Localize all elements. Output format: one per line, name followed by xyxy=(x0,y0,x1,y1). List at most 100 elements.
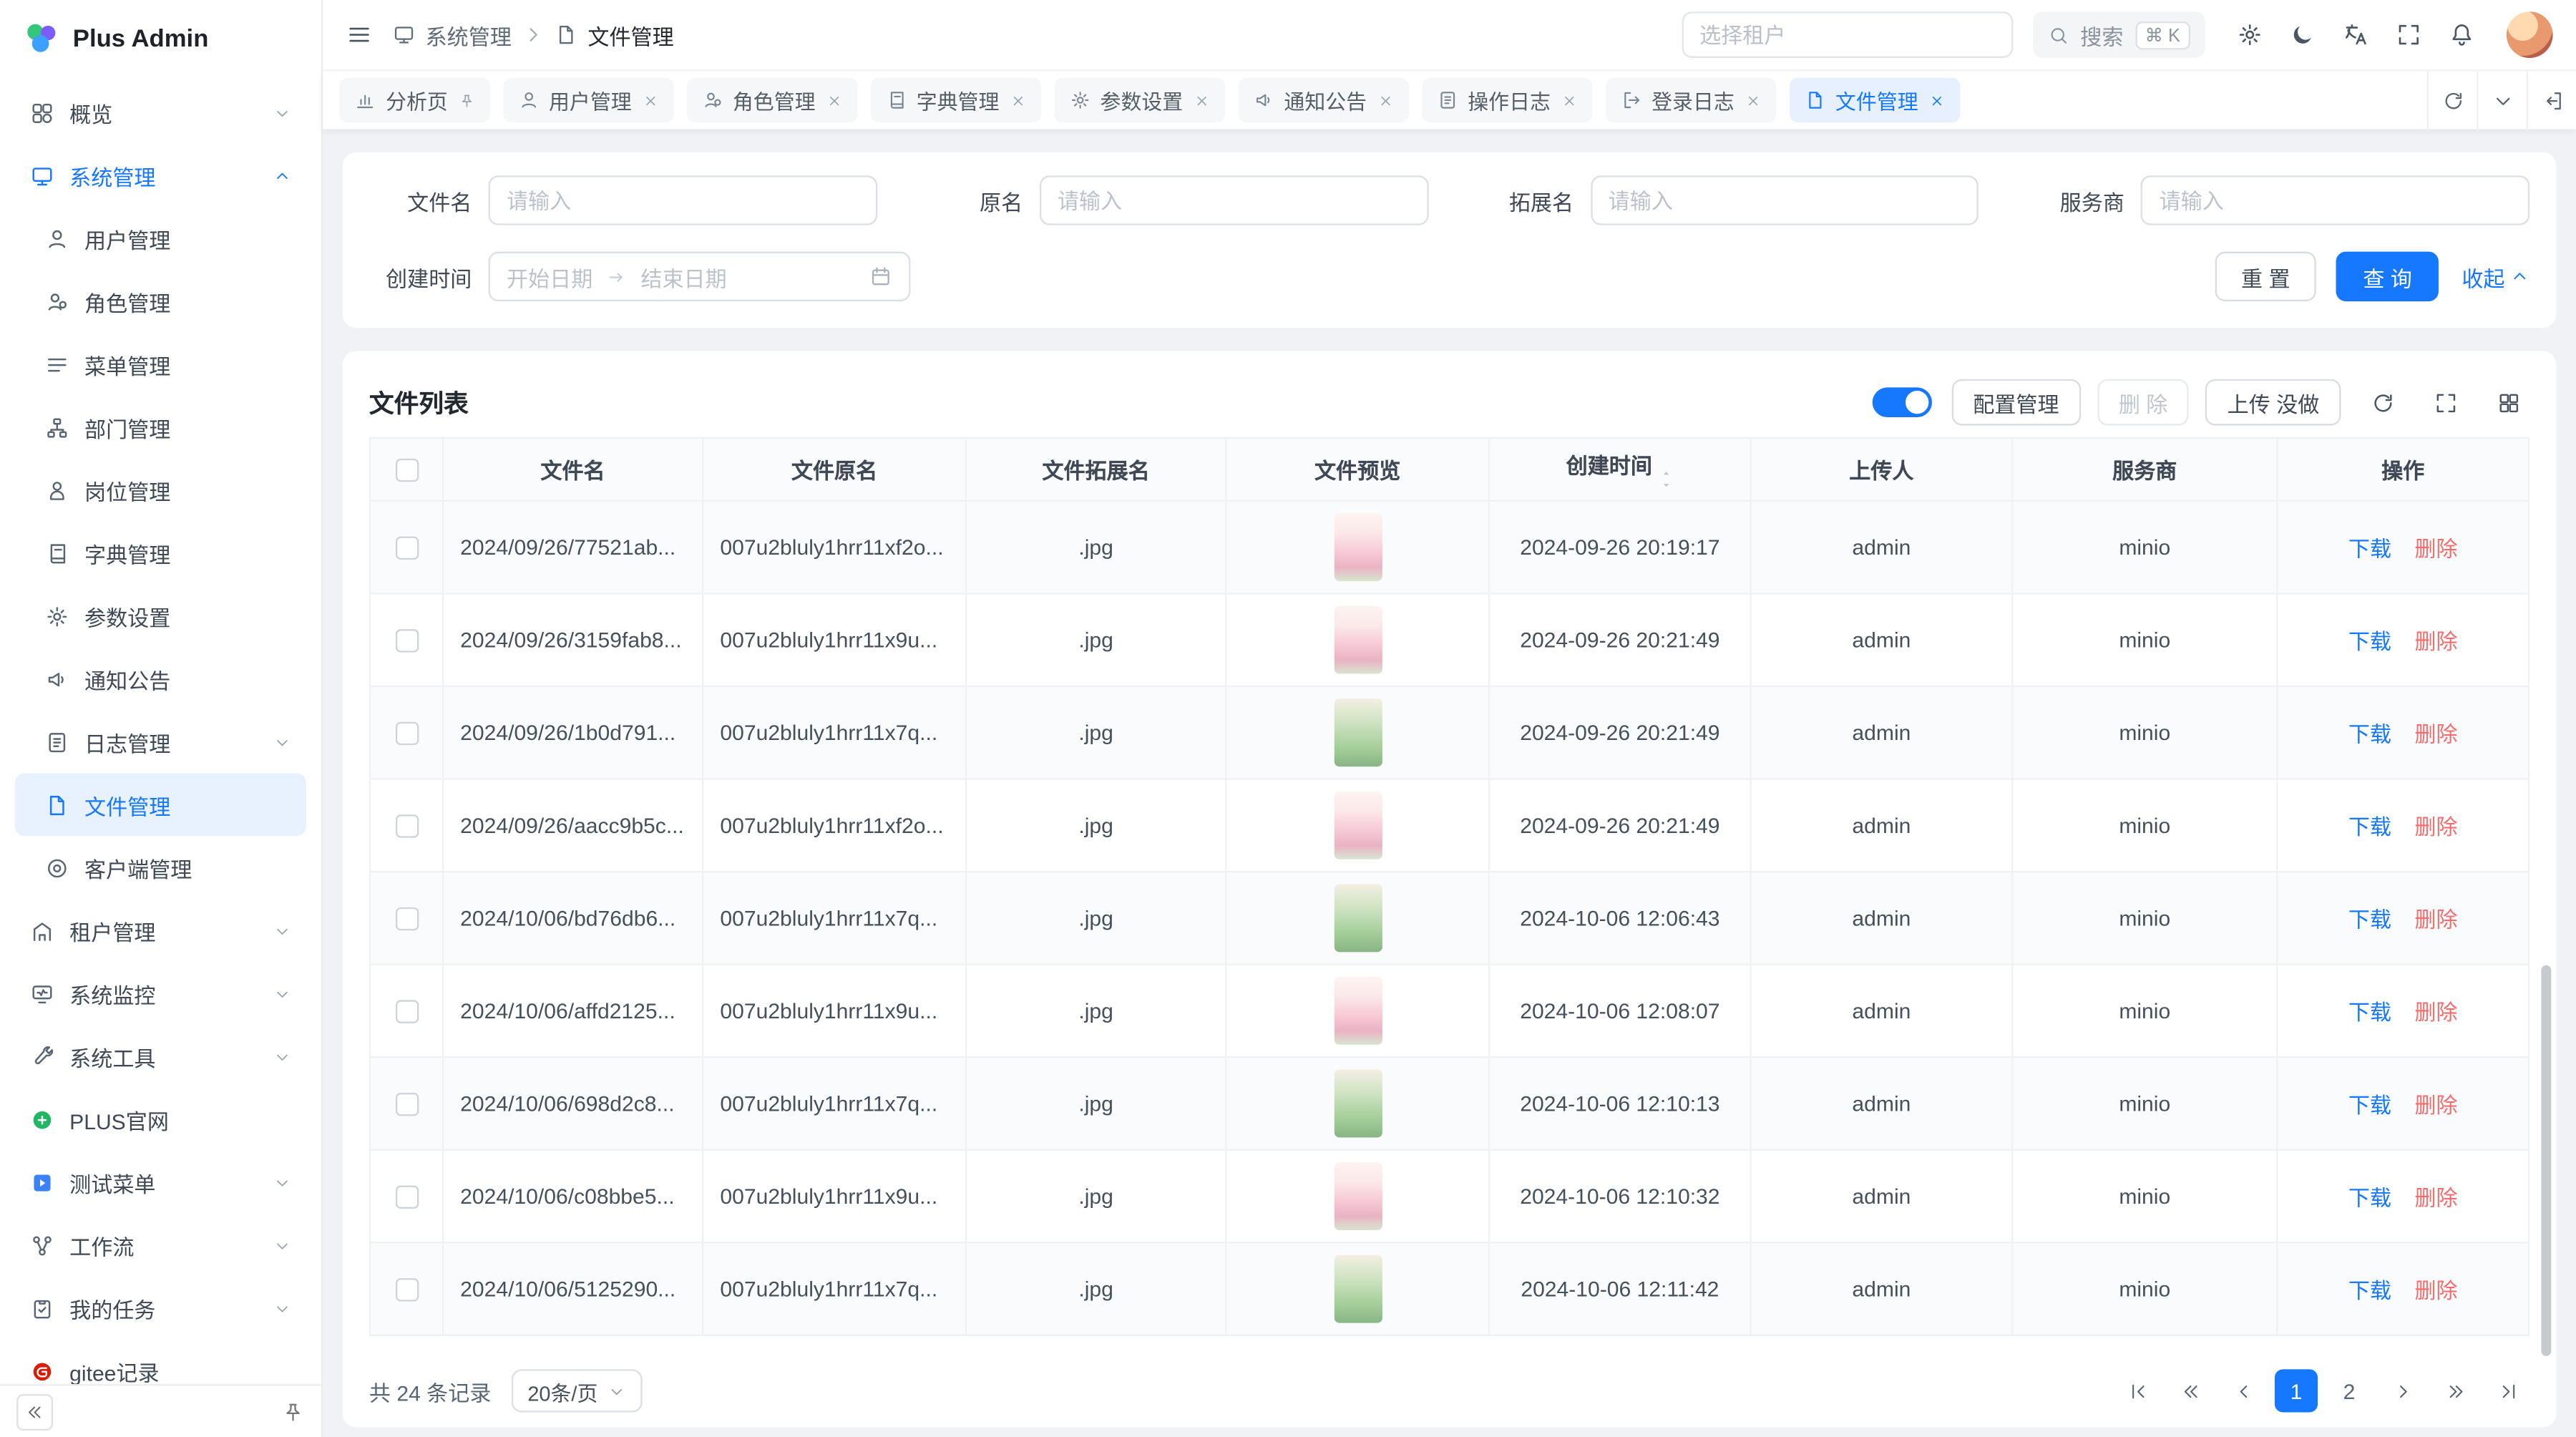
pin-icon[interactable] xyxy=(458,92,474,108)
download-link[interactable]: 下载 xyxy=(2348,814,2391,839)
config-button[interactable]: 配置管理 xyxy=(1951,379,2080,426)
close-icon[interactable] xyxy=(642,92,658,108)
close-icon[interactable] xyxy=(1377,92,1393,108)
tab[interactable]: 文件管理 xyxy=(1789,78,1959,122)
file-preview-image[interactable] xyxy=(1334,513,1382,581)
download-link[interactable]: 下载 xyxy=(2348,722,2391,747)
tab[interactable]: 分析页 xyxy=(339,78,489,122)
sidebar-item[interactable]: 字典管理 xyxy=(15,522,306,585)
download-link[interactable]: 下载 xyxy=(2348,907,2391,932)
sidebar-item[interactable]: 用户管理 xyxy=(15,207,306,270)
download-link[interactable]: 下载 xyxy=(2348,537,2391,562)
file-preview-image[interactable] xyxy=(1334,698,1382,766)
row-checkbox[interactable] xyxy=(395,1279,418,1302)
row-checkbox[interactable] xyxy=(395,908,418,931)
sidebar-item[interactable]: 文件管理 xyxy=(15,773,306,836)
page-size-select[interactable]: 20条/页 xyxy=(511,1369,643,1412)
next-page-button[interactable] xyxy=(2381,1369,2424,1412)
topbar-icon-button[interactable] xyxy=(2225,10,2275,59)
download-link[interactable]: 下载 xyxy=(2348,1000,2391,1025)
avatar[interactable] xyxy=(2507,11,2553,58)
sidebar-item[interactable]: 概览 xyxy=(15,81,306,144)
download-link[interactable]: 下载 xyxy=(2348,1278,2391,1303)
sidebar-item[interactable]: 系统管理 xyxy=(15,144,306,207)
column-created-time[interactable]: 创建时间 xyxy=(1489,438,1751,501)
reset-button[interactable]: 重 置 xyxy=(2215,252,2317,301)
global-search[interactable]: 搜索 ⌘ K xyxy=(2032,11,2205,58)
row-checkbox[interactable] xyxy=(395,537,418,560)
filter-input[interactable] xyxy=(489,175,877,225)
fullscreen-button[interactable] xyxy=(2424,381,2467,424)
sort-control[interactable] xyxy=(1659,469,1674,490)
tab[interactable]: 用户管理 xyxy=(502,78,673,122)
sidebar-item[interactable]: 客户端管理 xyxy=(15,836,306,899)
refresh-button[interactable] xyxy=(2361,381,2404,424)
tab[interactable]: 参数设置 xyxy=(1054,78,1224,122)
topbar-icon-button[interactable] xyxy=(2384,10,2434,59)
close-icon[interactable] xyxy=(1745,92,1761,108)
sidebar-item[interactable]: 日志管理 xyxy=(15,711,306,774)
prev-page-button[interactable] xyxy=(2222,1369,2265,1412)
column-settings-button[interactable] xyxy=(2487,381,2529,424)
sidebar-item[interactable]: 参数设置 xyxy=(15,585,306,648)
collapse-filter-link[interactable]: 收起 xyxy=(2462,260,2529,292)
file-preview-image[interactable] xyxy=(1334,977,1382,1045)
tab[interactable]: 操作日志 xyxy=(1421,78,1591,122)
file-preview-image[interactable] xyxy=(1334,1255,1382,1323)
row-checkbox[interactable] xyxy=(395,1000,418,1023)
sidebar-item[interactable]: 测试菜单 xyxy=(15,1151,306,1214)
date-range-picker[interactable]: 开始日期 结束日期 xyxy=(489,252,911,301)
sidebar-item[interactable]: 部门管理 xyxy=(15,396,306,459)
row-checkbox[interactable] xyxy=(395,722,418,745)
file-preview-image[interactable] xyxy=(1334,1162,1382,1230)
sidebar-item[interactable]: 我的任务 xyxy=(15,1277,306,1340)
sidebar-collapse-button[interactable] xyxy=(16,1393,53,1430)
filter-input[interactable] xyxy=(1039,175,1428,225)
close-icon[interactable] xyxy=(825,92,841,108)
delete-link[interactable]: 删除 xyxy=(2414,1278,2457,1303)
filter-input[interactable] xyxy=(2141,175,2529,225)
pin-icon[interactable] xyxy=(281,1400,304,1423)
page-button-1[interactable]: 1 xyxy=(2275,1369,2318,1412)
tab[interactable]: 通知公告 xyxy=(1238,78,1408,122)
tab[interactable]: 字典管理 xyxy=(870,78,1040,122)
page-button-2[interactable]: 2 xyxy=(2328,1369,2371,1412)
sidebar-item[interactable]: 菜单管理 xyxy=(15,333,306,396)
topbar-icon-button[interactable] xyxy=(2437,10,2487,59)
download-link[interactable]: 下载 xyxy=(2348,629,2391,654)
file-preview-image[interactable] xyxy=(1334,791,1382,859)
delete-link[interactable]: 删除 xyxy=(2414,537,2457,562)
sidebar-item[interactable]: 岗位管理 xyxy=(15,459,306,522)
tenant-select[interactable] xyxy=(1682,11,2013,58)
sidebar-item[interactable]: 角色管理 xyxy=(15,270,306,333)
prev-group-button[interactable] xyxy=(2169,1369,2212,1412)
hamburger-menu-icon[interactable] xyxy=(346,21,373,48)
row-checkbox[interactable] xyxy=(395,630,418,653)
stripe-toggle[interactable] xyxy=(1872,387,1931,417)
upload-button[interactable]: 上传 没做 xyxy=(2206,379,2341,426)
next-group-button[interactable] xyxy=(2434,1369,2477,1412)
select-all-checkbox[interactable] xyxy=(395,459,418,482)
sidebar-item[interactable]: PLUS官网 xyxy=(15,1088,306,1151)
row-checkbox[interactable] xyxy=(395,1186,418,1209)
file-preview-image[interactable] xyxy=(1334,606,1382,674)
tabs-dropdown-button[interactable] xyxy=(2477,70,2526,130)
delete-link[interactable]: 删除 xyxy=(2414,629,2457,654)
sidebar-item[interactable]: 工作流 xyxy=(15,1214,306,1277)
file-preview-image[interactable] xyxy=(1334,1070,1382,1138)
file-preview-image[interactable] xyxy=(1334,884,1382,952)
delete-link[interactable]: 删除 xyxy=(2414,1093,2457,1118)
delete-button[interactable]: 删 除 xyxy=(2097,379,2190,426)
download-link[interactable]: 下载 xyxy=(2348,1093,2391,1118)
topbar-icon-button[interactable] xyxy=(2331,10,2381,59)
close-icon[interactable] xyxy=(1928,92,1945,108)
filter-input[interactable] xyxy=(1590,175,1979,225)
sidebar-item[interactable]: gitee记录 xyxy=(15,1340,306,1384)
delete-link[interactable]: 删除 xyxy=(2414,1000,2457,1025)
delete-link[interactable]: 删除 xyxy=(2414,814,2457,839)
first-page-button[interactable] xyxy=(2116,1369,2159,1412)
delete-link[interactable]: 删除 xyxy=(2414,1186,2457,1211)
delete-link[interactable]: 删除 xyxy=(2414,722,2457,747)
tab[interactable]: 角色管理 xyxy=(686,78,857,122)
sidebar-item[interactable]: 通知公告 xyxy=(15,648,306,711)
